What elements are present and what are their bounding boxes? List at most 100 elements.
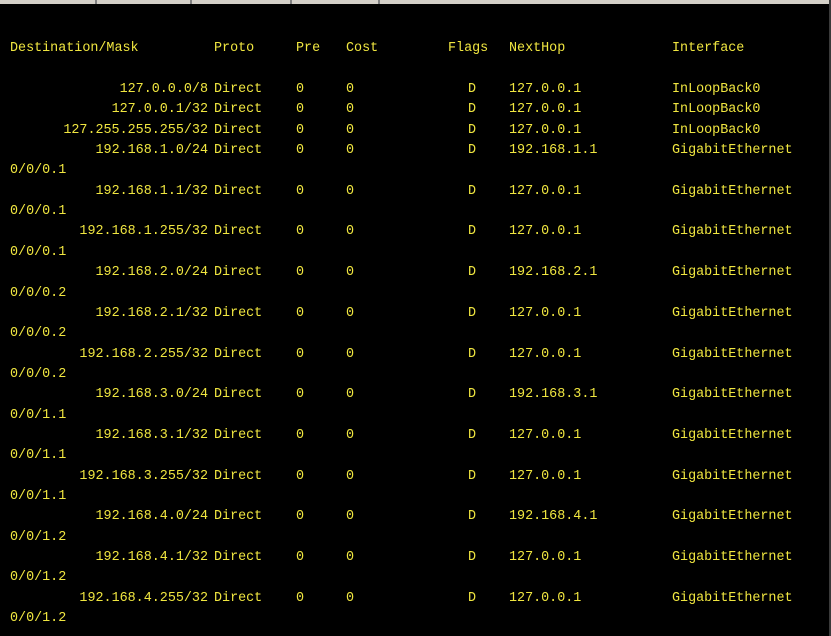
route-nexthop: 192.168.3.1 (509, 387, 598, 403)
route-flags: D (468, 102, 477, 118)
route-pre: 0 (296, 82, 305, 97)
table-row: 192.168.4.0/24 Direct 0 0 D 192.168.4.1 Gigabi… (0, 507, 831, 527)
route-pre: 0 (296, 427, 305, 443)
route-destination: 127.0.0.0/8 (119, 82, 208, 97)
route-destination: 127.255.255.255/32 (63, 122, 208, 138)
route-nexthop: 127.0.0.1 (509, 468, 582, 484)
route-interface: GigabitEthernet (672, 427, 793, 443)
route-flags: D (468, 224, 477, 240)
terminal-output[interactable]: Destinations : 16 Routes : 16 Destinatio… (0, 0, 831, 636)
route-interface-continuation: 0/0/1.2 (10, 570, 67, 586)
route-proto: Direct (214, 305, 263, 321)
route-interface-continuation: 0/0/0.2 (10, 326, 67, 342)
route-cost: 0 (346, 427, 355, 443)
header-cost: Cost (346, 41, 379, 56)
table-row: 192.168.2.255/32 Direct 0 0 D 127.0.0.1 Gigabi… (0, 345, 831, 365)
header-destination-mask: Destination/Mask (10, 41, 139, 56)
table-row: 127.0.0.0/8 Direct 0 0 D 127.0.0.1 InLoopBack0 (0, 80, 831, 100)
table-header: Destination/Mask Proto Pre Cost Flags Ne… (0, 39, 744, 59)
route-destination: 192.168.2.255/32 (79, 346, 208, 362)
route-pre: 0 (296, 183, 305, 199)
route-destination: 192.168.4.0/24 (95, 509, 209, 525)
route-cost: 0 (346, 82, 355, 97)
window-tab-strip (0, 0, 831, 4)
route-interface: GigabitEthernet (672, 387, 793, 403)
route-proto: Direct (214, 265, 263, 281)
route-flags: D (468, 590, 477, 606)
route-interface-continuation: 0/0/0.1 (10, 244, 67, 260)
route-flags: D (468, 183, 477, 199)
route-cost: 0 (346, 590, 355, 606)
table-row: 192.168.4.1/32 Direct 0 0 D 127.0.0.1 GigabitE… (0, 548, 831, 568)
table-row: 192.168.1.255/32 Direct 0 0 D 127.0.0.1 Gigabi… (0, 222, 831, 242)
route-cost: 0 (346, 550, 355, 566)
tab-divider (95, 0, 97, 4)
route-interface: InLoopBack0 (672, 102, 761, 118)
route-nexthop: 127.0.0.1 (509, 122, 582, 138)
route-pre: 0 (296, 122, 305, 138)
route-interface: GigabitEthernet (672, 143, 793, 159)
route-interface-continuation: 0/0/1.1 (10, 407, 67, 423)
route-nexthop: 127.0.0.1 (509, 224, 582, 240)
route-interface-continuation: 0/0/0.1 (10, 163, 67, 179)
route-destination: 192.168.1.255/32 (79, 224, 208, 240)
route-interface: GigabitEthernet (672, 224, 793, 240)
route-nexthop: 192.168.4.1 (509, 509, 598, 525)
route-flags: D (468, 427, 477, 443)
header-proto: Proto (214, 41, 255, 56)
route-pre: 0 (296, 265, 305, 281)
table-row: 192.168.1.1/32 Direct 0 0 D 127.0.0.1 GigabitE… (0, 182, 831, 202)
header-flags: Flags (448, 41, 489, 56)
route-flags: D (468, 387, 477, 403)
table-row: 192.168.3.255/32 Direct 0 0 D 127.0.0.1 Gigabi… (0, 467, 831, 487)
table-row: 192.168.4.255/32 Direct 0 0 D 127.0.0.1 Gigabi… (0, 589, 831, 609)
route-destination: 192.168.2.1/32 (95, 305, 209, 321)
route-nexthop: 127.0.0.1 (509, 427, 582, 443)
route-flags: D (468, 143, 477, 159)
route-destination: 192.168.1.1/32 (95, 183, 209, 199)
route-pre: 0 (296, 387, 305, 403)
route-pre: 0 (296, 143, 305, 159)
route-cost: 0 (346, 183, 355, 199)
route-cost: 0 (346, 143, 355, 159)
route-cost: 0 (346, 102, 355, 118)
route-proto: Direct (214, 509, 263, 525)
route-cost: 0 (346, 265, 355, 281)
route-destination: 192.168.3.1/32 (95, 427, 209, 443)
route-nexthop: 192.168.2.1 (509, 265, 598, 281)
route-interface-continuation: 0/0/0.1 (10, 204, 67, 220)
tab-divider (290, 0, 292, 4)
route-interface-continuation: 0/0/0.2 (10, 285, 67, 301)
route-proto: Direct (214, 122, 263, 138)
route-destination: 192.168.1.0/24 (95, 143, 209, 159)
route-interface-continuation: 0/0/1.2 (10, 611, 67, 627)
route-pre: 0 (296, 468, 305, 484)
table-row: 192.168.3.1/32 Direct 0 0 D 127.0.0.1 GigabitE… (0, 426, 831, 446)
route-interface: GigabitEthernet (672, 509, 793, 525)
route-pre: 0 (296, 102, 305, 118)
route-nexthop: 192.168.1.1 (509, 143, 598, 159)
route-flags: D (468, 550, 477, 566)
route-interface: GigabitEthernet (672, 590, 793, 606)
route-nexthop: 127.0.0.1 (509, 550, 582, 566)
route-cost: 0 (346, 387, 355, 403)
route-flags: D (468, 265, 477, 281)
route-nexthop: 127.0.0.1 (509, 82, 582, 97)
route-proto: Direct (214, 102, 263, 118)
route-pre: 0 (296, 305, 305, 321)
route-interface: GigabitEthernet (672, 346, 793, 362)
route-interface: GigabitEthernet (672, 468, 793, 484)
route-interface: InLoopBack0 (672, 82, 761, 97)
table-row: 192.168.2.1/32 Direct 0 0 D 127.0.0.1 GigabitE… (0, 304, 831, 324)
route-pre: 0 (296, 509, 305, 525)
route-interface-continuation: 0/0/0.2 (10, 366, 67, 382)
route-interface: GigabitEthernet (672, 265, 793, 281)
route-destination: 192.168.3.0/24 (95, 387, 209, 403)
tab-divider (190, 0, 192, 4)
route-interface-continuation: 0/0/1.1 (10, 448, 67, 464)
route-proto: Direct (214, 387, 263, 403)
route-pre: 0 (296, 346, 305, 362)
header-interface: Interface (672, 41, 745, 56)
route-interface: InLoopBack0 (672, 122, 761, 138)
route-destination: 192.168.2.0/24 (95, 265, 209, 281)
